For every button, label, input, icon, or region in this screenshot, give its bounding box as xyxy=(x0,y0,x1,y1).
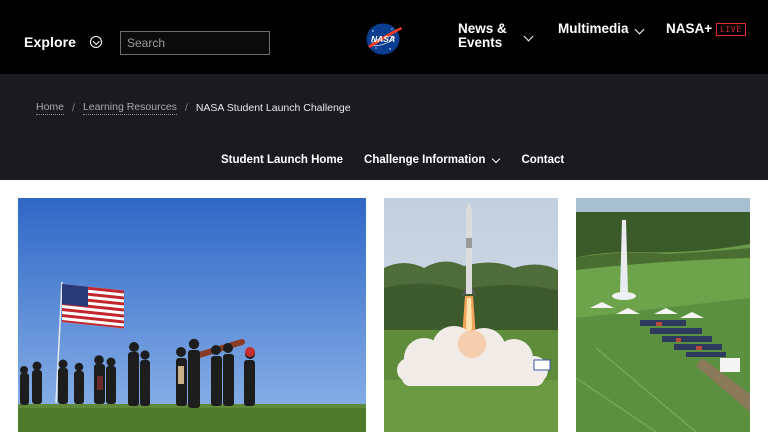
breadcrumb-current: NASA Student Launch Challenge xyxy=(195,102,351,114)
chevron-circle-down-icon xyxy=(90,36,103,48)
chevron-down-icon xyxy=(492,154,501,163)
section-header: Home / Learning Resources / NASA Student… xyxy=(0,74,768,180)
search-input[interactable] xyxy=(120,31,270,55)
nav-news-events-label-1: News & xyxy=(458,21,507,36)
section-navigation: Student Launch Home Challenge Informatio… xyxy=(221,154,564,166)
live-badge: LIVE xyxy=(716,23,746,36)
breadcrumb-separator: / xyxy=(72,102,75,114)
nav-nasa-plus[interactable]: NASA+ xyxy=(666,22,712,36)
nav-news-events[interactable]: News & Events xyxy=(458,22,528,50)
photo-rocket-launch[interactable] xyxy=(384,198,558,432)
breadcrumb-home[interactable]: Home xyxy=(36,101,65,115)
subnav-student-launch-home[interactable]: Student Launch Home xyxy=(221,154,343,166)
breadcrumb-learning-resources[interactable]: Learning Resources xyxy=(82,101,177,115)
subnav-challenge-information-label: Challenge Information xyxy=(364,154,486,166)
explore-label: Explore xyxy=(24,34,77,50)
nav-news-events-label-2: Events xyxy=(458,35,503,50)
chevron-down-icon[interactable] xyxy=(634,24,645,35)
subnav-challenge-information[interactable]: Challenge Information xyxy=(364,154,501,166)
photo-students-carrying-rocket[interactable] xyxy=(18,198,366,432)
top-navigation-bar: Explore NASA News & Events Multimedia NA… xyxy=(0,0,768,74)
nasa-logo-text: NASA xyxy=(371,34,395,44)
nasa-logo[interactable]: NASA xyxy=(364,22,404,56)
nav-multimedia[interactable]: Multimedia xyxy=(558,22,629,36)
breadcrumb: Home / Learning Resources / NASA Student… xyxy=(36,101,351,115)
breadcrumb-separator: / xyxy=(184,102,188,114)
explore-menu-button[interactable]: Explore xyxy=(24,34,103,50)
subnav-contact[interactable]: Contact xyxy=(521,154,564,166)
photo-launch-field-aerial[interactable] xyxy=(576,198,750,432)
